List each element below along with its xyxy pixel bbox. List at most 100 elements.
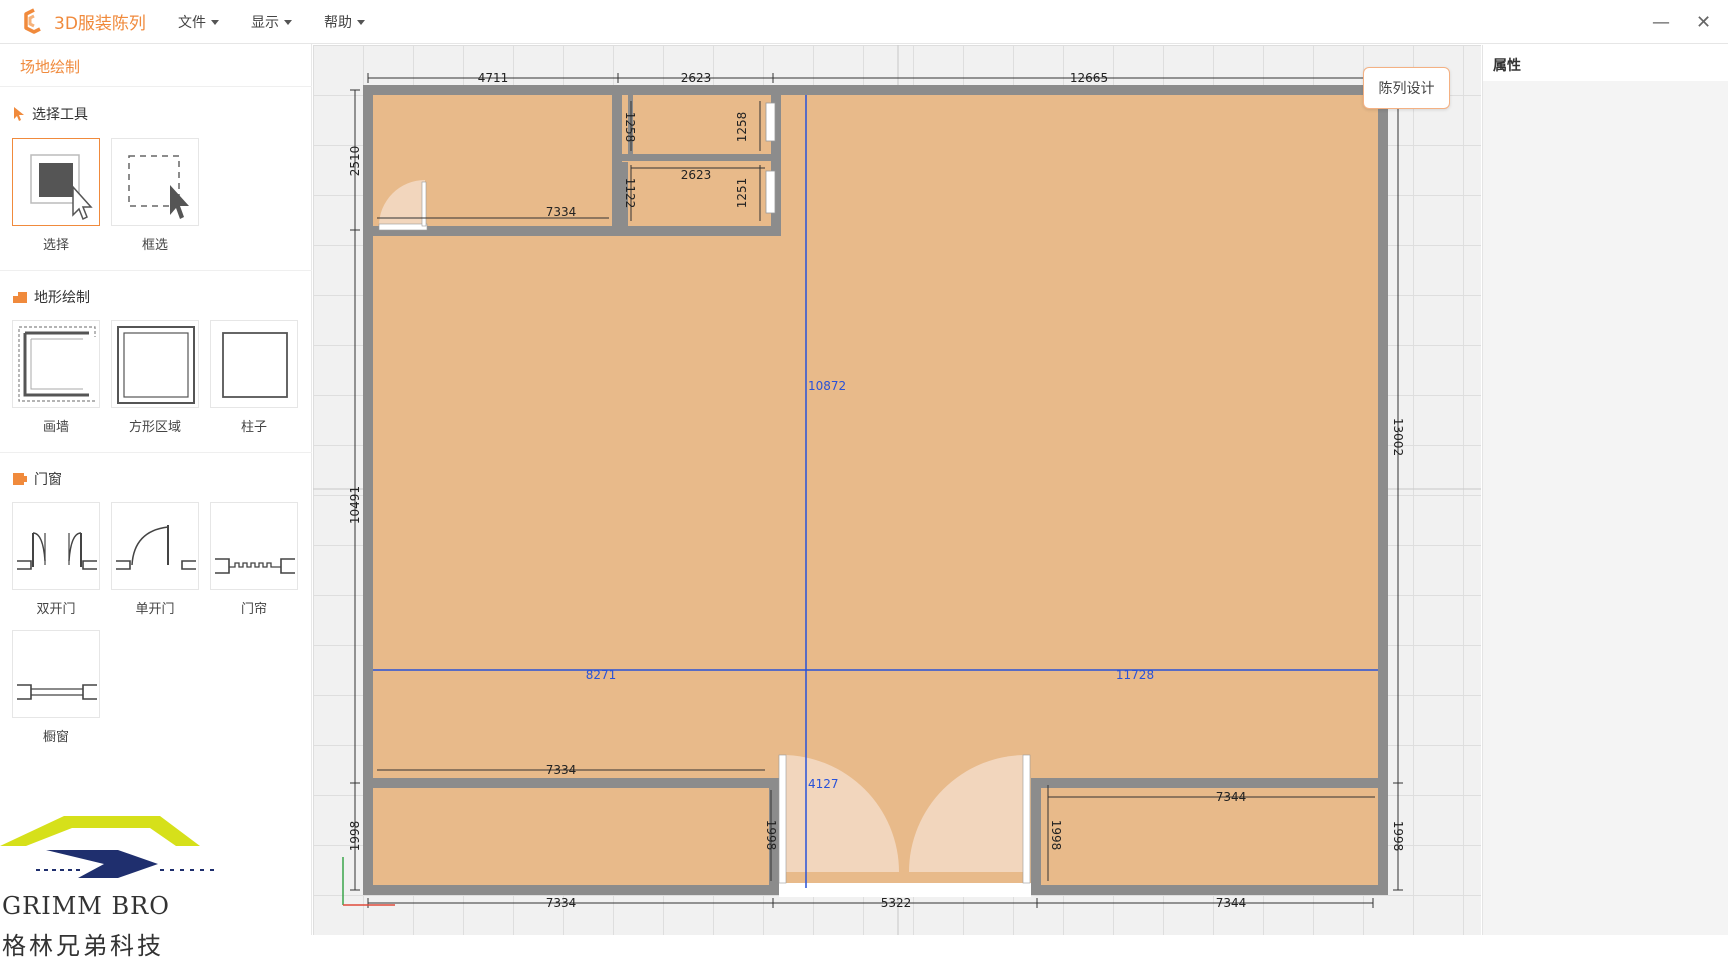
section-title-label: 选择工具: [32, 107, 88, 123]
dim-right-2: 1998: [1391, 821, 1405, 852]
double-door-icon: [17, 532, 97, 570]
tool-draw-wall-label: 画墙: [42, 420, 69, 435]
pillar-icon: [222, 332, 288, 398]
dim-bottom-3: 7344: [1216, 896, 1247, 910]
dim-top-1: 4711: [478, 71, 509, 85]
tool-single-door[interactable]: [111, 502, 199, 590]
box-select-icon: [128, 155, 189, 219]
window[interactable]: [765, 102, 776, 142]
menu-help[interactable]: 帮助: [324, 12, 365, 32]
section-terrain: 地形绘制: [12, 287, 90, 307]
tool-box-select-label: 框选: [141, 238, 168, 253]
tool-square-area[interactable]: [111, 320, 199, 408]
menu-bar: 文件 显示 帮助: [178, 0, 397, 44]
tool-door-curtain[interactable]: [210, 502, 298, 590]
dim-lower-left-width: 7334: [546, 763, 577, 777]
properties-panel: 属性: [1482, 45, 1728, 935]
floor-area: [373, 95, 1378, 885]
tool-single-door-label: 单开门: [135, 602, 175, 617]
dim-right-1: 13002: [1391, 418, 1405, 456]
terrain-icon: [13, 292, 27, 303]
tool-door-curtain-label: 门帘: [240, 602, 267, 617]
dim-room-a-width: 7334: [546, 205, 577, 219]
interior-wall[interactable]: [373, 226, 781, 236]
entrance-opening: [779, 883, 1031, 897]
section-title-label: 地形绘制: [34, 290, 90, 306]
menu-view-label: 显示: [251, 15, 279, 31]
square-area-icon: [117, 326, 195, 404]
divider: [0, 86, 312, 87]
dim-room-b-height-1: 1258: [623, 112, 637, 143]
tool-box-select[interactable]: [111, 138, 199, 226]
interior-wall[interactable]: [612, 95, 622, 226]
section-doors-windows: 门窗: [12, 469, 62, 489]
dim-top-3: 12665: [1070, 71, 1108, 85]
interior-wall[interactable]: [1031, 778, 1378, 788]
guide-label-right: 11728: [1116, 668, 1154, 682]
floor-plan-canvas[interactable]: 4711 2623 12665 2510 10491 1998 13002 19…: [313, 45, 1481, 935]
guide-label-door: 4127: [808, 777, 839, 791]
door-leaf[interactable]: [1022, 754, 1031, 884]
menu-file[interactable]: 文件: [178, 12, 219, 32]
minimize-button[interactable]: —: [1652, 12, 1670, 33]
tool-select-label: 选择: [42, 238, 69, 253]
tool-sidebar: 场地绘制 选择工具 选择 框选 地形绘制 画墙 方形区域 柱子 门窗 双开门 单…: [0, 44, 312, 960]
door-leaf[interactable]: [778, 754, 787, 884]
tool-pillar[interactable]: [210, 320, 298, 408]
chevron-down-icon: [357, 19, 365, 25]
tool-draw-wall[interactable]: [12, 320, 100, 408]
door-leaf[interactable]: [421, 181, 427, 227]
display-design-button[interactable]: 陈列设计: [1363, 67, 1450, 109]
properties-title: 属性: [1493, 58, 1521, 74]
dim-left-1: 2510: [348, 146, 362, 177]
dim-lower-right-height: 1998: [1049, 820, 1063, 851]
tool-double-door[interactable]: [12, 502, 100, 590]
divider: [0, 452, 312, 453]
panel-title: 场地绘制: [20, 58, 81, 76]
tool-showcase-window[interactable]: [12, 630, 100, 718]
dim-bottom-1: 7334: [546, 896, 577, 910]
dim-left-3: 1998: [348, 821, 362, 852]
cursor-icon: [14, 107, 24, 121]
dim-bottom-2: 5322: [881, 896, 912, 910]
dim-room-b-height-2: 1258: [735, 112, 749, 143]
dim-room-c-height-1: 1122: [623, 178, 637, 209]
select-icon: [30, 154, 93, 221]
section-title-label: 门窗: [34, 472, 62, 488]
title-bar: 3D服装陈列 文件 显示 帮助 — ✕: [0, 0, 1728, 44]
section-select-tools: 选择工具: [12, 104, 88, 124]
tool-double-door-label: 双开门: [36, 602, 76, 617]
close-button[interactable]: ✕: [1696, 12, 1711, 33]
menu-view[interactable]: 显示: [251, 12, 292, 32]
door-single[interactable]: [378, 223, 428, 231]
dim-lower-left-height: 1998: [764, 820, 778, 851]
chevron-down-icon: [284, 19, 292, 25]
draw-wall-icon: [18, 326, 96, 402]
tool-pillar-label: 柱子: [240, 420, 267, 435]
properties-header: 属性: [1483, 45, 1728, 81]
dim-room-c-height-2: 1251: [735, 178, 749, 209]
showcase-window-icon: [17, 684, 97, 700]
app-logo: 3D服装陈列: [20, 8, 146, 34]
interior-wall[interactable]: [622, 154, 771, 161]
dim-left-2: 10491: [348, 486, 362, 524]
brand-logo-icon: [0, 816, 215, 878]
interior-wall[interactable]: [1031, 778, 1041, 885]
interior-wall[interactable]: [373, 778, 779, 788]
door-curtain-icon: [215, 558, 295, 574]
dim-lower-right-width: 7344: [1216, 790, 1247, 804]
app-logo-icon: [24, 8, 41, 34]
tool-showcase-window-label: 橱窗: [42, 730, 69, 745]
guide-label-left: 8271: [586, 668, 617, 682]
tool-select[interactable]: [12, 138, 100, 226]
dim-top-2: 2623: [681, 71, 712, 85]
window[interactable]: [765, 170, 776, 214]
menu-help-label: 帮助: [324, 15, 352, 31]
app-title: 3D服装陈列: [54, 13, 146, 34]
menu-file-label: 文件: [178, 15, 206, 31]
chevron-down-icon: [211, 19, 219, 25]
brand-watermark: GRIMM BRO 格林兄弟科技: [0, 814, 230, 960]
door-window-icon: [13, 473, 27, 485]
dim-room-c-width: 2623: [681, 168, 712, 182]
guide-label-vertical: 10872: [808, 379, 846, 393]
